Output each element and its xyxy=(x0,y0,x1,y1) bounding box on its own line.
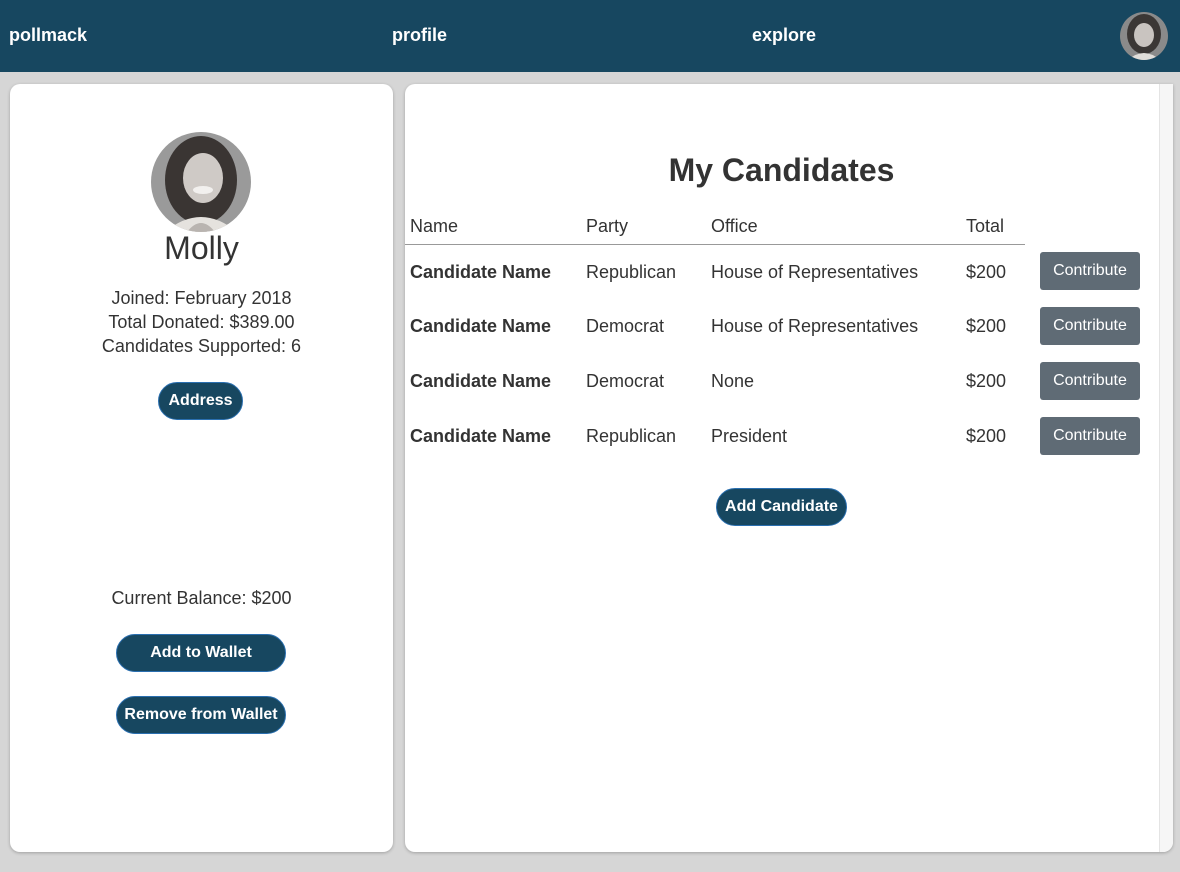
candidate-total: $200 xyxy=(966,316,1007,336)
contribute-button[interactable]: Contribute xyxy=(1040,417,1140,455)
joined-date: Joined: February 2018 xyxy=(111,288,292,308)
candidate-total: $200 xyxy=(966,371,1007,391)
candidate-party: Republican xyxy=(586,426,677,446)
candidate-name: Candidate Name xyxy=(410,426,552,446)
candidate-office: None xyxy=(711,371,755,391)
candidate-party: Democrat xyxy=(586,371,665,391)
table-header-divider xyxy=(405,244,1025,245)
candidates-supported: Candidates Supported: 6 xyxy=(101,336,302,356)
scrollbar[interactable] xyxy=(1159,84,1173,852)
column-header-party: Party xyxy=(586,216,629,236)
candidate-office: President xyxy=(711,426,788,446)
candidate-party: Republican xyxy=(586,262,677,282)
top-navbar: pollmack profile explore xyxy=(0,0,1180,72)
total-donated: Total Donated: $389.00 xyxy=(108,312,295,332)
address-button[interactable]: Address xyxy=(158,382,243,420)
add-to-wallet-button[interactable]: Add to Wallet xyxy=(116,634,286,672)
candidate-total: $200 xyxy=(966,426,1007,446)
user-avatar-icon[interactable] xyxy=(1120,12,1168,60)
candidate-office: House of Representatives xyxy=(711,262,919,282)
candidate-office: House of Representatives xyxy=(711,316,919,336)
remove-from-wallet-button[interactable]: Remove from Wallet xyxy=(116,696,286,734)
candidates-card: My Candidates Name Party Office Total Ca… xyxy=(405,84,1173,852)
profile-name: Molly xyxy=(164,230,239,266)
page-title: My Candidates xyxy=(668,152,895,188)
nav-profile-link[interactable]: profile xyxy=(392,25,447,46)
contribute-button[interactable]: Contribute xyxy=(1040,362,1140,400)
candidate-party: Democrat xyxy=(586,316,665,336)
contribute-button[interactable]: Contribute xyxy=(1040,252,1140,290)
candidate-name: Candidate Name xyxy=(410,316,552,336)
candidate-name: Candidate Name xyxy=(410,371,552,391)
profile-card: Molly Joined: February 2018 Total Donate… xyxy=(10,84,393,852)
nav-explore-link[interactable]: explore xyxy=(752,25,816,46)
column-header-name: Name xyxy=(410,216,459,236)
column-header-total: Total xyxy=(966,216,1005,236)
column-header-office: Office xyxy=(711,216,758,236)
brand-link[interactable]: pollmack xyxy=(9,25,87,46)
add-candidate-button[interactable]: Add Candidate xyxy=(716,488,847,526)
candidate-total: $200 xyxy=(966,262,1007,282)
contribute-button[interactable]: Contribute xyxy=(1040,307,1140,345)
candidate-name: Candidate Name xyxy=(410,262,552,282)
current-balance: Current Balance: $200 xyxy=(111,588,292,608)
profile-avatar xyxy=(151,132,251,232)
